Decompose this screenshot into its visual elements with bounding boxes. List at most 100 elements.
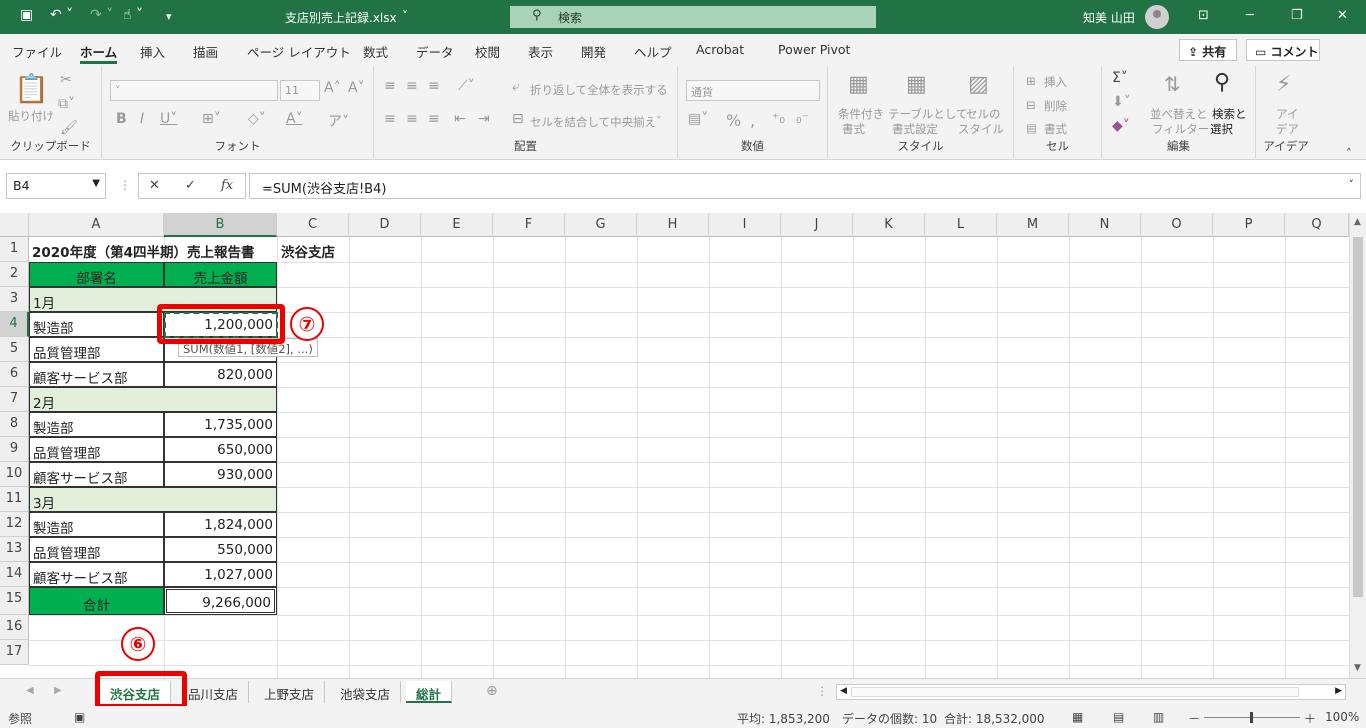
cell-styles-label-2[interactable]: スタイル [958, 121, 1004, 137]
insert-function-icon[interactable]: fx [221, 178, 233, 193]
fill-color-icon[interactable]: ◇˅ [248, 111, 266, 127]
scroll-down-icon[interactable]: ▼ [1354, 663, 1361, 673]
borders-icon[interactable]: ⊞˅ [202, 111, 221, 127]
font-name-combo[interactable]: ˅ [110, 80, 278, 101]
report-title[interactable]: 2020年度（第4四半期）売上報告書 [29, 237, 257, 262]
sales-cell[interactable]: 1,824,000 [164, 512, 277, 537]
find-label-2[interactable]: 選択 [1210, 121, 1233, 137]
sales-cell[interactable]: 1,027,000 [164, 562, 277, 587]
status-average[interactable]: 平均: 1,853,200 [737, 710, 830, 727]
col-header-k[interactable]: K [853, 213, 925, 237]
format-cells-icon[interactable]: ▤ [1026, 121, 1037, 135]
dept-cell[interactable]: 製造部 [29, 312, 164, 337]
dept-cell[interactable]: 品質管理部 [29, 337, 164, 362]
dept-cell[interactable]: 品質管理部 [29, 537, 164, 562]
vertical-scrollbar[interactable]: ▲ ▼ [1349, 213, 1366, 678]
format-painter-icon[interactable]: 🖌 [60, 120, 78, 136]
decrease-decimal-icon[interactable]: ₀⁻ [796, 111, 809, 127]
row-header[interactable]: 4 [0, 312, 29, 337]
header-sales[interactable]: 売上金額 [164, 262, 277, 287]
col-header-b[interactable]: B [164, 213, 277, 237]
spreadsheet-grid[interactable]: A B C D E F G H I J K L M N O P Q 1 2 3 … [0, 213, 1366, 678]
paste-icon[interactable]: 📋 [14, 72, 49, 105]
ideas-label-1[interactable]: アイ [1276, 106, 1298, 122]
select-all-corner[interactable] [0, 213, 29, 237]
total-value[interactable]: 9,266,000 [164, 587, 277, 615]
month-row[interactable]: 2月 [29, 387, 277, 412]
status-sum[interactable]: 合計: 18,532,000 [944, 710, 1045, 727]
paste-label[interactable]: 貼り付け [8, 108, 54, 124]
header-dept[interactable]: 部署名 [29, 262, 164, 287]
tab-developer[interactable]: 開発 [581, 42, 606, 61]
row-header[interactable]: 8 [0, 412, 29, 437]
search-box[interactable]: ⚲ 検索 [510, 6, 876, 28]
normal-view-icon[interactable]: ▦ [1072, 710, 1083, 724]
row-header[interactable]: 7 [0, 387, 29, 412]
row-header[interactable]: 1 [0, 237, 29, 262]
increase-indent-icon[interactable]: ⇥ [478, 111, 490, 127]
merge-dropdown-icon[interactable]: ˅ [656, 114, 662, 128]
align-center-icon[interactable]: ≡ [406, 111, 418, 127]
cut-icon[interactable]: ✂ [60, 72, 72, 88]
add-sheet-icon[interactable]: ⊕ [486, 683, 498, 699]
sales-cell[interactable]: 550,000 [164, 537, 277, 562]
row-header[interactable]: 2 [0, 262, 29, 287]
find-select-icon[interactable]: ⚲ [1214, 70, 1230, 95]
macro-record-icon[interactable]: ▣ [74, 710, 85, 724]
scroll-left-icon[interactable]: ◀ [840, 686, 847, 696]
tab-acrobat[interactable]: Acrobat [696, 42, 744, 57]
align-bottom-icon[interactable]: ≡ [428, 78, 440, 94]
merge-center-label[interactable]: セルを結合して中央揃え [530, 114, 656, 130]
format-cells-label[interactable]: 書式 [1044, 121, 1067, 137]
tab-file[interactable]: ファイル [12, 42, 62, 61]
col-header-g[interactable]: G [565, 213, 637, 237]
sales-cell[interactable]: 1,735,000 [164, 412, 277, 437]
row-header[interactable]: 16 [0, 615, 29, 640]
sheet-tab-shinagawa[interactable]: 品川支店 [178, 681, 250, 703]
autosum-icon[interactable]: Σ˅ [1112, 70, 1128, 86]
tab-formulas[interactable]: 数式 [363, 42, 388, 61]
tab-help[interactable]: ヘルプ [634, 42, 672, 61]
table-label-1[interactable]: テーブルとして [888, 106, 967, 122]
col-header-l[interactable]: L [925, 213, 997, 237]
align-top-icon[interactable]: ≡ [384, 78, 396, 94]
splitter-icon[interactable]: ⋮ [816, 684, 828, 698]
status-count[interactable]: データの個数: 10 [842, 710, 937, 727]
cell-styles-label-1[interactable]: セルの [966, 106, 1001, 122]
collapse-ribbon-icon[interactable]: ˄ [1346, 146, 1352, 160]
month-row[interactable]: 3月 [29, 487, 277, 512]
row-header[interactable]: 17 [0, 640, 29, 665]
col-header-d[interactable]: D [349, 213, 421, 237]
col-header-i[interactable]: I [709, 213, 781, 237]
dept-cell[interactable]: 顧客サービス部 [29, 562, 164, 587]
sort-filter-icon[interactable]: ⇅ [1164, 72, 1181, 96]
redo-icon[interactable]: ↷ ˅ [90, 7, 113, 23]
dept-cell[interactable]: 製造部 [29, 412, 164, 437]
ribbon-display-icon[interactable]: ⊡ [1198, 8, 1209, 23]
col-header-m[interactable]: M [997, 213, 1069, 237]
col-header-j[interactable]: J [781, 213, 853, 237]
customize-qat-icon[interactable]: ▾ [166, 10, 172, 23]
branch-name[interactable]: 渋谷支店 [278, 237, 338, 262]
ideas-icon[interactable]: ⚡ [1276, 72, 1291, 97]
share-button[interactable]: ⇪ 共有 [1179, 39, 1237, 61]
page-layout-view-icon[interactable]: ▤ [1113, 710, 1124, 724]
minimize-icon[interactable]: ─ [1246, 8, 1254, 23]
fill-icon[interactable]: ⬇˅ [1112, 94, 1131, 110]
scroll-up-icon[interactable]: ▲ [1354, 217, 1361, 227]
page-break-view-icon[interactable]: ▥ [1153, 710, 1164, 724]
table-label-2[interactable]: 書式設定 [892, 121, 938, 137]
avatar[interactable] [1145, 5, 1169, 29]
sort-label-1[interactable]: 並べ替えと [1150, 106, 1208, 122]
dept-cell[interactable]: 品質管理部 [29, 437, 164, 462]
col-header-h[interactable]: H [637, 213, 709, 237]
align-right-icon[interactable]: ≡ [428, 111, 440, 127]
underline-icon[interactable]: U˅ [160, 111, 177, 127]
align-middle-icon[interactable]: ≡ [406, 78, 418, 94]
ideas-label-2[interactable]: デア [1276, 121, 1299, 137]
bold-icon[interactable]: B [116, 111, 127, 127]
percent-icon[interactable]: % [726, 111, 741, 130]
row-header[interactable]: 5 [0, 337, 29, 362]
comment-button[interactable]: ▭ コメント [1246, 39, 1320, 61]
col-header-p[interactable]: P [1213, 213, 1285, 237]
